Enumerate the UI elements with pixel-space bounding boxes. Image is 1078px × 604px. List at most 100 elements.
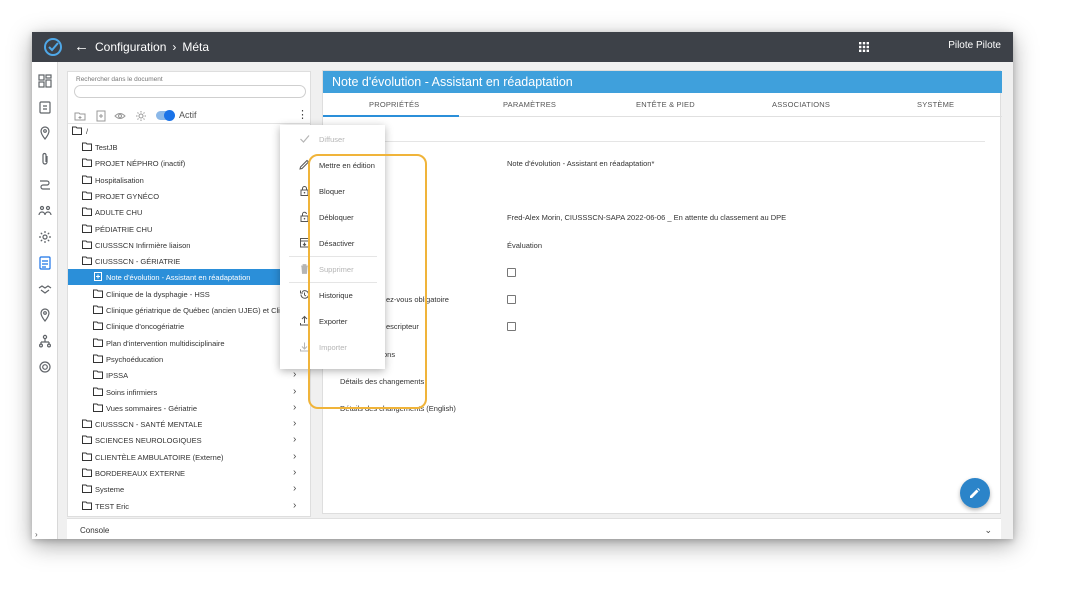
chevron-right-icon[interactable]: › bbox=[293, 451, 296, 462]
folder-icon bbox=[93, 354, 103, 363]
settings-gear-icon[interactable] bbox=[38, 230, 52, 244]
user-name[interactable]: Pilote Pilote bbox=[948, 40, 1001, 51]
tree-item[interactable]: SCIENCES NEUROLOGIQUES › bbox=[68, 432, 310, 448]
breadcrumb-configuration[interactable]: Configuration bbox=[95, 40, 166, 54]
tree-item-label: Hospitalisation bbox=[95, 175, 144, 185]
settings-icon[interactable] bbox=[135, 109, 147, 121]
tree-item[interactable]: Systeme › bbox=[68, 481, 310, 497]
tree-item-label: PÉDIATRIE CHU bbox=[95, 224, 153, 234]
users-icon[interactable] bbox=[38, 204, 52, 218]
chevron-right-icon[interactable]: › bbox=[293, 483, 296, 494]
back-arrow-icon[interactable]: ← bbox=[74, 38, 89, 56]
tree-item-label: Plan d'intervention multidisciplinaire bbox=[106, 338, 225, 348]
chevron-right-icon[interactable]: › bbox=[293, 369, 296, 380]
attachment-icon[interactable] bbox=[38, 152, 52, 166]
handshake-icon[interactable] bbox=[38, 282, 52, 296]
tree-item-label: PROJET GYNÉCO bbox=[95, 191, 160, 201]
top-bar: ← Configuration › Méta Pilote Pilote bbox=[32, 32, 1013, 62]
tree-item-label: CIUSSSCN - GÉRIATRIE bbox=[95, 257, 181, 267]
active-toggle[interactable] bbox=[156, 110, 175, 121]
tab-parametres[interactable]: PARAMÈTRES bbox=[503, 100, 556, 109]
tree-item[interactable]: BORDEREAUX EXTERNE › bbox=[68, 465, 310, 481]
tree-item[interactable]: Clinique d'oncogériatrie bbox=[68, 318, 310, 334]
type-value[interactable]: Évaluation bbox=[507, 241, 542, 250]
tab-systeme[interactable]: SYSTÈME bbox=[917, 100, 954, 109]
view-eye-icon[interactable] bbox=[114, 109, 126, 121]
folder-icon bbox=[82, 484, 92, 494]
toggle-knob bbox=[164, 110, 175, 121]
tree-item[interactable]: Clinique de la dysphagie - HSS bbox=[68, 286, 310, 302]
breadcrumb: Configuration › Méta bbox=[95, 40, 209, 54]
map-pin-icon[interactable] bbox=[38, 308, 52, 322]
tree-item-label: CIUSSSCN - SANTÉ MENTALE bbox=[95, 420, 203, 430]
chevron-right-icon[interactable]: › bbox=[293, 467, 296, 478]
document-icon bbox=[93, 272, 103, 282]
apps-grid-icon[interactable] bbox=[859, 42, 869, 52]
folder-icon bbox=[93, 370, 103, 380]
tree-item[interactable]: Vues sommaires - Gériatrie › bbox=[68, 400, 310, 416]
tree-item[interactable]: CIUSSSCN - SANTÉ MENTALE › bbox=[68, 416, 310, 432]
chevron-right-icon[interactable]: › bbox=[293, 500, 296, 511]
new-folder-icon[interactable] bbox=[74, 109, 86, 121]
clipboard-icon[interactable] bbox=[38, 100, 52, 114]
chevron-right-icon[interactable]: › bbox=[293, 418, 296, 429]
tab-entete-pied[interactable]: ENTÊTE & PIED bbox=[636, 100, 695, 109]
active-toggle-label: Actif bbox=[179, 110, 197, 120]
more-vertical-icon[interactable]: ⋮ bbox=[297, 110, 308, 121]
folder-icon bbox=[93, 387, 103, 396]
tree-item[interactable]: CIUSSSCN Infirmière liaison bbox=[68, 237, 310, 253]
tree-item[interactable]: CIUSSSCN - GÉRIATRIE bbox=[68, 253, 310, 269]
active-tab-indicator bbox=[323, 115, 459, 117]
console-panel[interactable]: Console ⌄ bbox=[67, 518, 1001, 539]
chevron-right-icon[interactable]: › bbox=[293, 386, 296, 397]
tree-item[interactable]: ADULTE CHU bbox=[68, 204, 310, 220]
tree-item-label: CIUSSSCN Infirmière liaison bbox=[95, 240, 191, 250]
checkbox-1[interactable] bbox=[507, 268, 516, 277]
tree-item[interactable]: Hospitalisation bbox=[68, 172, 310, 188]
tree-item[interactable]: Psychoéducation bbox=[68, 351, 310, 367]
location-pin-icon[interactable] bbox=[38, 126, 52, 140]
tree-item[interactable]: Soins infirmiers › bbox=[68, 384, 310, 400]
app-logo-icon[interactable] bbox=[43, 37, 63, 57]
tree-item[interactable]: PROJET GYNÉCO bbox=[68, 188, 310, 204]
tree-toolbar: Actif ⋮ bbox=[68, 106, 310, 124]
chevron-right-icon[interactable]: › bbox=[293, 402, 296, 413]
tree-item[interactable]: PROJET NÉPHRO (inactif) bbox=[68, 155, 310, 171]
route-icon[interactable] bbox=[38, 178, 52, 192]
checkbox-rdv[interactable] bbox=[507, 295, 516, 304]
dashboard-icon[interactable] bbox=[38, 74, 52, 88]
tree-item-label: PROJET NÉPHRO (inactif) bbox=[95, 159, 186, 169]
tree-item-selected[interactable]: Note d'évolution - Assistant en réadapta… bbox=[68, 269, 310, 286]
tree-root[interactable]: / bbox=[68, 123, 310, 139]
admin-gear-icon[interactable] bbox=[38, 360, 52, 374]
tree-item[interactable]: Plan d'intervention multidisciplinaire bbox=[68, 335, 310, 351]
breadcrumb-meta: Méta bbox=[182, 40, 210, 54]
pencil-icon bbox=[970, 488, 980, 498]
tree-item[interactable]: TEST Eric › bbox=[68, 498, 310, 514]
tree-item[interactable]: CLIENTÈLE AMBULATOIRE (Externe) › bbox=[68, 449, 310, 465]
tree-item[interactable]: IPSSA › bbox=[68, 367, 310, 383]
name-value[interactable]: Note d'évolution - Assistant en réadapta… bbox=[507, 159, 654, 168]
folder-icon bbox=[82, 419, 92, 429]
checkbox-descripteur[interactable] bbox=[507, 322, 516, 331]
chevron-right-icon[interactable]: › bbox=[293, 434, 296, 445]
tree-item[interactable]: TestJB bbox=[68, 139, 310, 155]
tab-proprietes[interactable]: PROPRIÉTÉS bbox=[369, 100, 419, 109]
tree-item-label: IPSSA bbox=[106, 371, 129, 381]
documents-icon[interactable] bbox=[38, 256, 52, 270]
chevron-down-icon[interactable]: ⌄ bbox=[984, 525, 992, 536]
expand-nav-chevron-icon[interactable]: › bbox=[35, 530, 38, 539]
org-chart-icon[interactable] bbox=[38, 334, 52, 348]
folder-icon bbox=[82, 224, 92, 233]
tree-item[interactable]: PÉDIATRIE CHU bbox=[68, 221, 310, 237]
tabs: PROPRIÉTÉS PARAMÈTRES ENTÊTE & PIED ASSO… bbox=[323, 93, 1002, 117]
tree-item-label: TestJB bbox=[95, 143, 118, 152]
document-tree-panel: Rechercher dans le document Actif ⋮ / Te… bbox=[67, 71, 311, 517]
folder-icon bbox=[82, 452, 92, 461]
search-input[interactable] bbox=[74, 85, 306, 98]
new-document-icon[interactable] bbox=[95, 109, 107, 122]
tree-item-label: Clinique de la dysphagie - HSS bbox=[106, 289, 210, 299]
tab-associations[interactable]: ASSOCIATIONS bbox=[772, 100, 830, 109]
edit-fab-button[interactable] bbox=[960, 478, 990, 508]
tree-item[interactable]: Clinique gériatrique de Québec (ancien U… bbox=[68, 302, 310, 318]
